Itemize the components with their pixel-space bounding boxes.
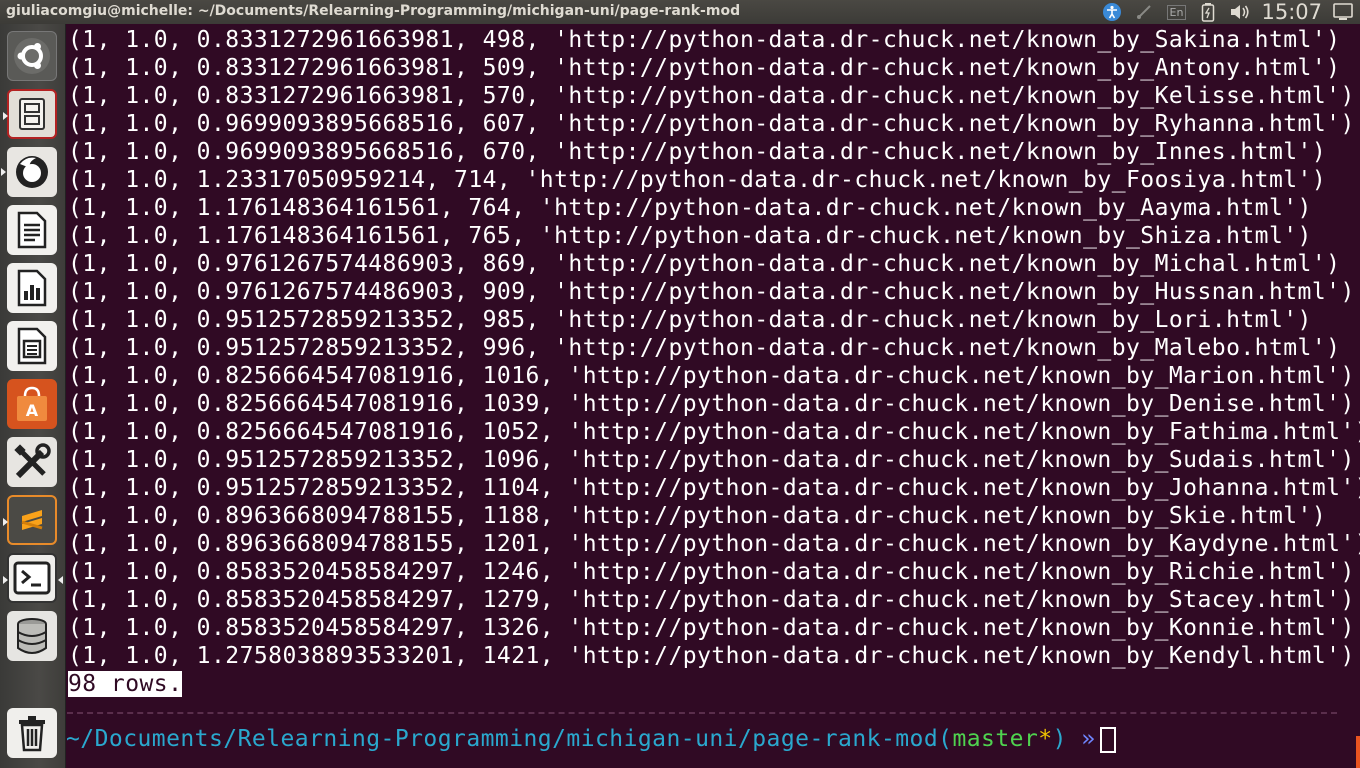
- prompt-close-paren: ): [1052, 726, 1067, 752]
- firefox-button[interactable]: [1, 147, 57, 197]
- terminal-line: (1, 1.0, 0.9512572859213352, 1104, 'http…: [68, 475, 1360, 501]
- git-dirty-marker: *: [1038, 726, 1053, 752]
- session-gear-icon[interactable]: [1332, 2, 1354, 22]
- clock[interactable]: 15:07: [1261, 0, 1322, 24]
- software-center-button[interactable]: A: [7, 379, 57, 429]
- terminal-line: (1, 1.0, 1.176148364161561, 764, 'http:/…: [68, 195, 1312, 221]
- impress-presentation-icon: [17, 327, 47, 365]
- git-branch: master: [952, 726, 1039, 752]
- terminal-line: (1, 1.0, 0.9699093895668516, 607, 'http:…: [68, 111, 1355, 137]
- prompt-separator: [67, 712, 1337, 714]
- terminal-line: (1, 1.0, 0.8583520458584297, 1326, 'http…: [68, 615, 1355, 641]
- database-button[interactable]: [7, 611, 57, 661]
- terminal-line: (1, 1.0, 0.8331272961663981, 498, 'http:…: [68, 27, 1341, 53]
- top-panel: giuliacomgiu@michelle: ~/Documents/Relea…: [0, 0, 1360, 24]
- terminal-button[interactable]: [3, 553, 63, 603]
- database-icon: [17, 618, 47, 654]
- accessibility-icon[interactable]: [1101, 2, 1123, 22]
- sublime-text-icon: [21, 510, 43, 530]
- ubuntu-logo-icon: [14, 38, 50, 74]
- scroll-indicator[interactable]: [1356, 736, 1360, 768]
- terminal-line: (1, 1.0, 0.9761267574486903, 869, 'http:…: [68, 251, 1341, 277]
- volume-icon[interactable]: [1229, 2, 1251, 22]
- terminal-line: (1, 1.0, 0.8963668094788155, 1201, 'http…: [68, 531, 1360, 557]
- window-title: giuliacomgiu@michelle: ~/Documents/Relea…: [6, 3, 741, 19]
- prompt-open-paren: (: [938, 726, 953, 752]
- terminal-line: (1, 1.0, 0.8583520458584297, 1246, 'http…: [68, 559, 1355, 585]
- libreoffice-calc-button[interactable]: [7, 263, 57, 313]
- firefox-icon: [16, 156, 48, 188]
- prompt-arrow: »: [1081, 726, 1096, 752]
- writer-document-icon: [17, 211, 47, 249]
- terminal-icon: [13, 561, 51, 595]
- network-icon[interactable]: [1133, 2, 1155, 22]
- terminal-line: (1, 1.0, 0.8256664547081916, 1052, 'http…: [68, 419, 1360, 445]
- trash-icon: [19, 716, 45, 752]
- terminal-line: (1, 1.0, 0.8256664547081916, 1016, 'http…: [68, 363, 1355, 389]
- libreoffice-impress-button[interactable]: [7, 321, 57, 371]
- terminal-line: (1, 1.0, 0.8331272961663981, 509, 'http:…: [68, 55, 1341, 81]
- svg-text:A: A: [26, 401, 39, 420]
- system-settings-button[interactable]: [7, 437, 57, 487]
- files-button[interactable]: [3, 89, 57, 139]
- calc-spreadsheet-icon: [17, 269, 47, 307]
- text-cursor[interactable]: [1099, 726, 1116, 753]
- terminal-line: (1, 1.0, 0.9512572859213352, 996, 'http:…: [68, 335, 1341, 361]
- terminal-line: (1, 1.0, 1.2758038893533201, 1421, 'http…: [68, 643, 1355, 669]
- tools-icon: [14, 443, 51, 479]
- terminal-line: (1, 1.0, 0.8331272961663981, 570, 'http:…: [68, 83, 1355, 109]
- terminal-line: (1, 1.0, 1.23317050959214, 714, 'http://…: [68, 167, 1327, 193]
- shell-prompt[interactable]: ~/Documents/Relearning-Programming/michi…: [66, 724, 1116, 754]
- launcher: A: [0, 24, 66, 768]
- ubuntu-dash-button[interactable]: [7, 31, 57, 81]
- row-count-line: 98 rows.: [68, 670, 183, 698]
- sublime-text-button[interactable]: [3, 495, 57, 545]
- trash-button[interactable]: [7, 708, 57, 758]
- row-count: 98 rows.: [68, 671, 183, 697]
- shopping-bag-icon: A: [17, 386, 47, 421]
- battery-icon[interactable]: [1197, 2, 1219, 22]
- terminal-line: (1, 1.0, 0.9761267574486903, 909, 'http:…: [68, 279, 1355, 305]
- keyboard-layout-icon[interactable]: En: [1165, 2, 1187, 22]
- libreoffice-writer-button[interactable]: [7, 205, 57, 255]
- terminal-line: (1, 1.0, 1.176148364161561, 765, 'http:/…: [68, 223, 1312, 249]
- terminal-window[interactable]: (1, 1.0, 0.8331272961663981, 498, 'http:…: [65, 24, 1360, 768]
- terminal-line: (1, 1.0, 0.9512572859213352, 1096, 'http…: [68, 447, 1355, 473]
- system-tray: En 15:07: [1101, 0, 1354, 24]
- terminal-line: (1, 1.0, 0.9699093895668516, 670, 'http:…: [68, 139, 1327, 165]
- file-cabinet-icon: [19, 98, 45, 130]
- terminal-line: (1, 1.0, 0.8963668094788155, 1188, 'http…: [68, 503, 1327, 529]
- terminal-line: (1, 1.0, 0.8583520458584297, 1279, 'http…: [68, 587, 1355, 613]
- terminal-line: (1, 1.0, 0.9512572859213352, 985, 'http:…: [68, 307, 1312, 333]
- prompt-path: ~/Documents/Relearning-Programming/michi…: [66, 726, 939, 752]
- terminal-line: (1, 1.0, 0.8256664547081916, 1039, 'http…: [68, 391, 1355, 417]
